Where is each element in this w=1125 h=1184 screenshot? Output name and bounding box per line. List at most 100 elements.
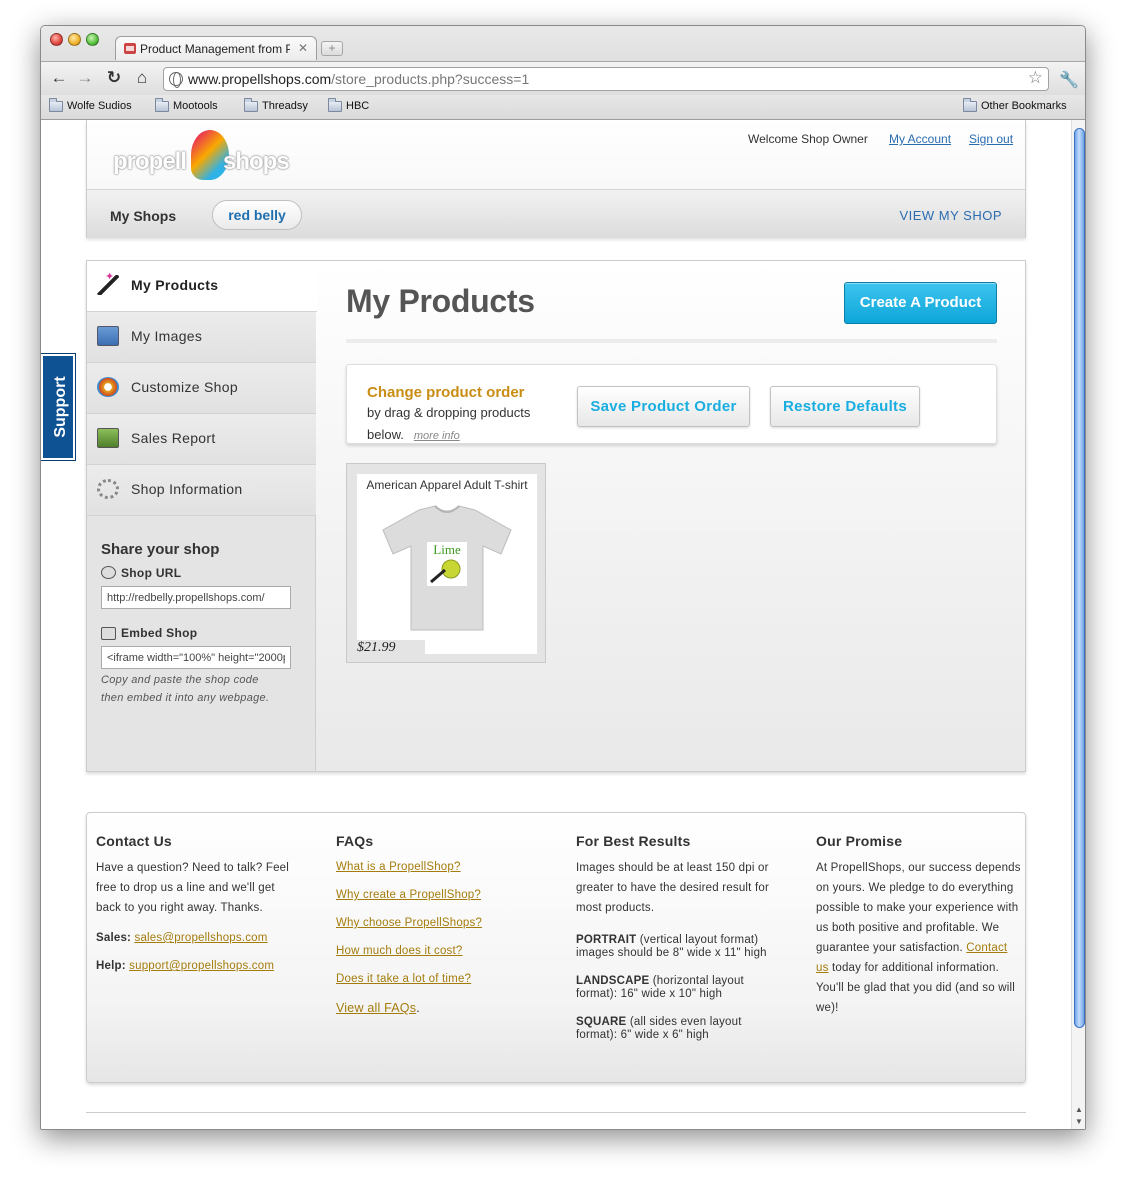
folder-icon: [155, 98, 169, 112]
sign-out-link[interactable]: Sign out: [969, 132, 1013, 146]
footer-contact-column: Contact Us Have a question? Need to talk…: [96, 831, 301, 976]
browser-tab[interactable]: Product Management from PropellShops ✕: [115, 36, 317, 60]
sidebar-item-my-images[interactable]: My Images: [87, 312, 316, 363]
forward-arrow-icon[interactable]: →: [74, 67, 96, 89]
folder-icon: [328, 98, 342, 112]
faq-link[interactable]: Why choose PropellShops?: [336, 909, 541, 937]
my-account-link[interactable]: My Account: [889, 132, 951, 146]
landscape-info: LANDSCAPE (horizontal layout format): 16…: [576, 975, 781, 1001]
sidebar-item-my-products[interactable]: My Products: [87, 261, 317, 312]
view-my-shop-link[interactable]: VIEW MY SHOP: [899, 208, 1002, 223]
more-info-link[interactable]: more info: [414, 430, 460, 442]
folder-icon: [963, 98, 977, 112]
sidebar-item-shop-information[interactable]: Shop Information: [87, 465, 316, 516]
zoom-window-button[interactable]: [86, 33, 99, 46]
restore-defaults-button[interactable]: Restore Defaults: [770, 386, 920, 427]
scroll-down-arrow-icon[interactable]: ▼: [1075, 1117, 1083, 1126]
support-label: Support: [52, 376, 69, 438]
footer-heading: Our Promise: [816, 833, 903, 849]
wrench-menu-icon[interactable]: 🔧: [1059, 70, 1079, 90]
url-path: /store_products.php?success=1: [331, 71, 530, 87]
faq-link[interactable]: What is a PropellShop?: [336, 853, 541, 881]
bookmark-label: Other Bookmarks: [981, 100, 1067, 112]
bookmark-star-icon[interactable]: ☆: [1028, 68, 1043, 88]
bookmark-folder[interactable]: Mootools: [155, 98, 218, 112]
embed-shop-label: Embed Shop: [121, 626, 198, 640]
site-header: propell shops Welcome Shop Owner My Acco…: [86, 120, 1026, 238]
bookmark-folder[interactable]: Wolfe Sudios: [49, 98, 132, 112]
address-bar[interactable]: www.propellshops.com/store_products.php?…: [163, 67, 1049, 91]
bookmark-label: Threadsy: [262, 100, 308, 112]
portrait-info: PORTRAIT (vertical layout format) images…: [576, 934, 781, 960]
tab-close-icon[interactable]: ✕: [298, 41, 308, 55]
title-divider: [346, 339, 997, 343]
home-icon[interactable]: ⌂: [131, 67, 153, 89]
minimize-window-button[interactable]: [68, 33, 81, 46]
order-heading: Change product order: [367, 384, 525, 401]
tshirt-image-icon: Lime: [382, 505, 512, 631]
vertical-scrollbar[interactable]: ▲ ▼: [1071, 120, 1085, 1129]
help-email-link[interactable]: support@propellshops.com: [129, 960, 274, 972]
promise-text: At PropellShops, our success depends on …: [816, 858, 1021, 1018]
help-label: Help:: [96, 960, 126, 972]
faq-link[interactable]: Does it take a lot of time?: [336, 965, 541, 993]
tshirt-graphic-text: Lime: [433, 542, 461, 557]
faq-link[interactable]: Why create a PropellShop?: [336, 881, 541, 909]
page-title: My Products: [346, 283, 535, 319]
folder-icon: [49, 98, 63, 112]
bookmark-label: HBC: [346, 100, 370, 112]
sidebar-item-sales-report[interactable]: Sales Report: [87, 414, 316, 465]
bottom-divider: [86, 1112, 1026, 1113]
share-note: Copy and paste the shop code then embed …: [101, 671, 301, 707]
footer-heading: FAQs: [336, 833, 374, 849]
bookmark-label: Mootools: [173, 100, 218, 112]
palette-icon: [97, 377, 119, 397]
sidebar-item-label: Shop Information: [131, 481, 243, 497]
sales-contact: Sales: sales@propellshops.com: [96, 928, 301, 948]
shop-selector-pill[interactable]: red belly: [212, 200, 302, 230]
product-card[interactable]: American Apparel Adult T-shirt Lime $21.…: [346, 463, 546, 663]
sidebar-item-customize-shop[interactable]: Customize Shop: [87, 363, 316, 414]
create-product-button[interactable]: Create A Product: [844, 282, 997, 324]
product-thumbnail[interactable]: American Apparel Adult T-shirt Lime $21.…: [357, 474, 537, 656]
product-order-box: Change product order by drag & dropping …: [346, 364, 997, 444]
my-shops-label: My Shops: [110, 208, 177, 224]
landscape-label: LANDSCAPE: [576, 975, 650, 987]
globe-icon: [169, 72, 183, 88]
product-price: $21.99: [357, 640, 425, 656]
browser-window: Product Management from PropellShops ✕ +…: [40, 25, 1086, 1130]
propellshops-logo[interactable]: propell shops: [113, 128, 303, 183]
promise-text-end: today for additional information. You'll…: [816, 962, 1016, 1014]
images-icon: [97, 326, 119, 346]
sidebar-item-label: My Products: [131, 277, 219, 293]
new-tab-button[interactable]: +: [321, 41, 343, 56]
back-arrow-icon[interactable]: ←: [48, 67, 70, 89]
shop-url-label: Shop URL: [121, 566, 182, 580]
bookmark-label: Wolfe Sudios: [67, 100, 132, 112]
reload-icon[interactable]: ↻: [103, 67, 125, 89]
save-product-order-button[interactable]: Save Product Order: [577, 386, 750, 427]
sales-email-link[interactable]: sales@propellshops.com: [135, 932, 268, 944]
footer-faqs-column: FAQs What is a PropellShop? Why create a…: [336, 831, 541, 1023]
scroll-up-arrow-icon[interactable]: ▲: [1075, 1105, 1083, 1114]
bookmark-folder[interactable]: Threadsy: [244, 98, 308, 112]
bookmark-folder[interactable]: HBC: [328, 98, 370, 112]
other-bookmarks[interactable]: Other Bookmarks: [963, 98, 1067, 112]
site-footer: Contact Us Have a question? Need to talk…: [86, 812, 1026, 1083]
page-viewport: propell shops Welcome Shop Owner My Acco…: [41, 120, 1071, 1129]
main-panel: My Products My Images Customize Shop Sal…: [86, 260, 1026, 772]
url-host: www.propellshops.com: [188, 71, 332, 87]
support-tab[interactable]: Support: [41, 353, 76, 461]
embed-code-field[interactable]: [101, 646, 291, 669]
faq-link[interactable]: How much does it cost?: [336, 937, 541, 965]
sidebar-item-label: My Images: [131, 328, 203, 344]
shop-url-field[interactable]: [101, 586, 291, 609]
view-all-faqs-link[interactable]: View all FAQs: [336, 1001, 416, 1015]
sales-label: Sales:: [96, 932, 132, 944]
portrait-label: PORTRAIT: [576, 934, 637, 946]
scrollbar-thumb[interactable]: [1074, 128, 1085, 1028]
contact-text: Have a question? Need to talk? Feel free…: [96, 862, 290, 914]
close-window-button[interactable]: [50, 33, 63, 46]
logo-text-right: shops: [223, 148, 290, 175]
footer-heading: For Best Results: [576, 833, 691, 849]
